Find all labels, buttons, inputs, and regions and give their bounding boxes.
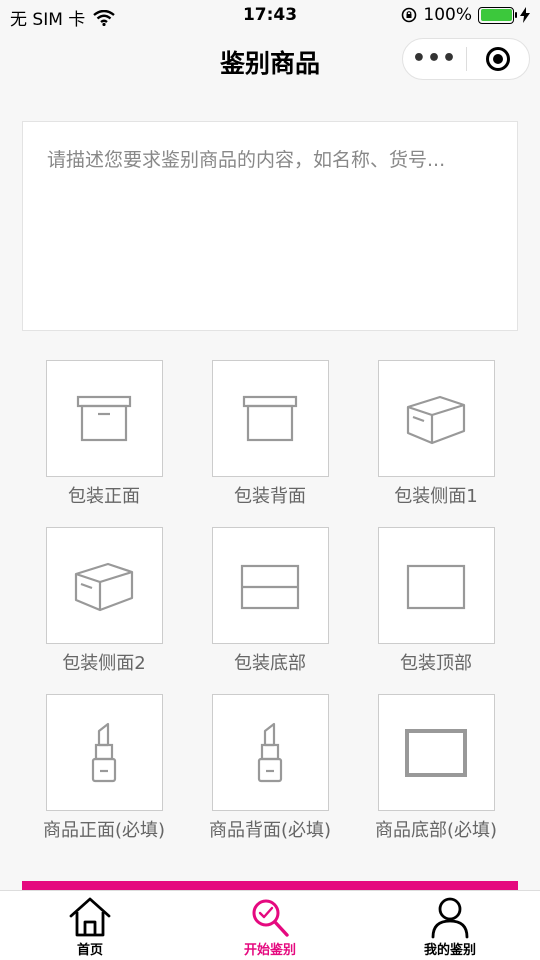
photo-slot-package-top[interactable]: 包装顶部 xyxy=(353,527,519,675)
identify-icon xyxy=(252,899,289,937)
tab-bar: 首页 开始鉴别 我的鉴别 xyxy=(0,890,540,960)
box-front-icon xyxy=(76,395,132,441)
status-right: 100% xyxy=(401,5,530,25)
home-icon xyxy=(69,897,111,937)
photo-slot-package-side-1[interactable]: 包装侧面1 xyxy=(353,360,519,508)
nav-bar: 鉴别商品 ••• xyxy=(0,30,540,90)
tab-my-identifications[interactable]: 我的鉴别 xyxy=(390,895,510,958)
photo-slot-label: 包装侧面1 xyxy=(394,486,478,507)
photo-slot-package-bottom[interactable]: 包装底部 xyxy=(187,527,353,675)
photo-upload-box[interactable] xyxy=(377,360,495,477)
tab-home-label: 首页 xyxy=(76,943,103,958)
lipstick-icon xyxy=(257,722,283,782)
photo-slot-label: 商品正面(必填) xyxy=(42,820,166,841)
tab-my-identifications-label: 我的鉴别 xyxy=(423,943,476,958)
tab-start-identify[interactable]: 开始鉴别 xyxy=(210,895,330,958)
lipstick-icon xyxy=(91,722,117,782)
photo-upload-box[interactable] xyxy=(45,360,163,477)
photo-slot-label: 包装侧面2 xyxy=(62,653,146,674)
more-menu-button[interactable]: ••• xyxy=(403,39,466,79)
profile-icon xyxy=(431,897,469,939)
target-icon xyxy=(486,47,510,71)
photo-slot-label: 包装正面 xyxy=(68,486,140,507)
photo-slot-package-front[interactable]: 包装正面 xyxy=(21,360,187,508)
battery-percent: 100% xyxy=(423,5,472,25)
photo-slot-label: 包装底部 xyxy=(234,653,306,674)
photo-slot-product-bottom[interactable]: 商品底部(必填) xyxy=(353,694,519,842)
photo-upload-box[interactable] xyxy=(211,360,329,477)
status-bar: 无 SIM 卡 17:43 100% xyxy=(0,0,540,30)
photo-upload-box[interactable] xyxy=(377,527,495,644)
battery-icon xyxy=(478,6,517,24)
box-side-icon xyxy=(406,395,466,444)
charging-icon xyxy=(520,7,530,23)
tab-start-identify-label: 开始鉴别 xyxy=(243,943,296,958)
description-input[interactable] xyxy=(47,146,493,306)
tab-home[interactable]: 首页 xyxy=(30,895,150,958)
mini-program-capsule: ••• xyxy=(402,38,530,80)
photo-slot-label: 商品背面(必填) xyxy=(208,820,332,841)
description-box xyxy=(22,121,518,331)
product-bottom-icon xyxy=(405,728,467,777)
box-back-icon xyxy=(242,395,298,441)
photo-slot-label: 商品底部(必填) xyxy=(374,820,498,841)
photo-upload-box[interactable] xyxy=(45,527,163,644)
photo-upload-box[interactable] xyxy=(211,694,329,811)
close-program-button[interactable] xyxy=(467,47,529,71)
rotation-lock-icon xyxy=(402,7,417,23)
photo-slot-label: 包装背面 xyxy=(234,486,306,507)
photo-slot-package-back[interactable]: 包装背面 xyxy=(187,360,353,508)
photo-slot-product-front[interactable]: 商品正面(必填) xyxy=(21,694,187,842)
photo-upload-box[interactable] xyxy=(377,694,495,811)
box-bottom-icon xyxy=(240,564,300,609)
photo-upload-box[interactable] xyxy=(211,527,329,644)
photo-upload-box[interactable] xyxy=(45,694,163,811)
box-side-icon xyxy=(74,562,134,611)
photo-slot-package-side-2[interactable]: 包装侧面2 xyxy=(21,527,187,675)
photo-slot-label: 包装顶部 xyxy=(400,653,472,674)
photo-slot-product-back[interactable]: 商品背面(必填) xyxy=(187,694,353,842)
box-top-icon xyxy=(406,564,466,609)
